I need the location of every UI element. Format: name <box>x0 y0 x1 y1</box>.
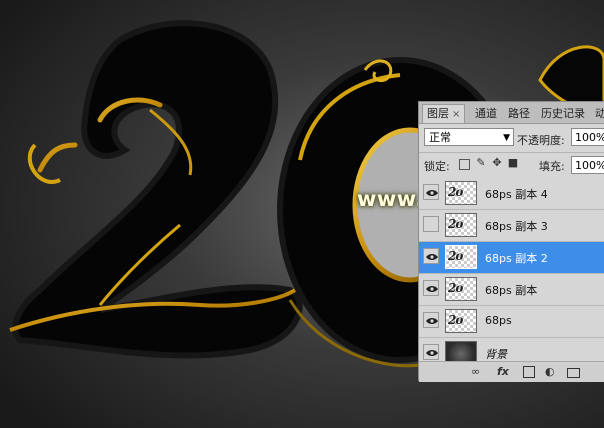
opacity-input[interactable]: 100% <box>571 128 604 146</box>
layer-thumbnail: 2o <box>445 245 477 269</box>
lock-all-icon[interactable]: ■ <box>507 157 519 169</box>
lock-transparent-icon[interactable] <box>459 159 470 170</box>
blend-row: 正常 ▼ 不透明度: 100% <box>419 124 604 150</box>
thumbnail-glyph: 2o <box>448 313 463 327</box>
adjustment-icon[interactable]: ◐ <box>545 365 555 378</box>
layer-row-copy3[interactable]: 2o 68ps 副本 3 <box>419 210 604 242</box>
visibility-toggle[interactable] <box>423 344 439 360</box>
tab-channels-label: 通道 <box>475 107 497 120</box>
thumbnail-glyph: 2o <box>448 281 463 295</box>
eye-icon <box>426 318 438 324</box>
eye-icon <box>426 286 438 292</box>
eye-icon <box>426 254 438 260</box>
mask-icon[interactable] <box>523 366 535 378</box>
lock-row: 锁定: ✎ ✥ ■ 填充: 100% <box>419 152 604 177</box>
thumbnail-glyph: 2o <box>448 217 463 231</box>
layer-name: 68ps 副本 <box>485 284 538 297</box>
visibility-toggle[interactable] <box>423 184 439 200</box>
layer-thumbnail: 2o <box>445 181 477 205</box>
chevron-down-icon: ▼ <box>503 133 510 143</box>
layer-row-copy2[interactable]: 2o 68ps 副本 2 <box>419 242 604 274</box>
visibility-toggle[interactable] <box>423 312 439 328</box>
layers-list: 2o 68ps 副本 4 2o 68ps 副本 3 2o 68ps 副本 2 2… <box>419 178 604 370</box>
tab-channels[interactable]: 通道 <box>471 105 501 123</box>
layer-row-copy[interactable]: 2o 68ps 副本 <box>419 274 604 306</box>
link-icon[interactable]: ∞ <box>471 365 480 378</box>
tab-history-label: 历史记录 <box>541 107 585 120</box>
close-icon[interactable]: × <box>452 109 460 120</box>
tab-layers[interactable]: 图层 × <box>422 104 466 123</box>
layer-name: 背景 <box>485 348 507 361</box>
visibility-toggle[interactable] <box>423 248 439 264</box>
lock-label: 锁定: <box>424 160 450 173</box>
tab-paths[interactable]: 路径 <box>504 105 534 123</box>
fx-icon[interactable]: fx <box>497 365 509 378</box>
lock-brush-icon[interactable]: ✎ <box>475 157 487 169</box>
panel-bottom-bar: ∞ fx ◐ <box>419 361 604 382</box>
tab-history[interactable]: 历史记录 <box>537 105 589 123</box>
layer-thumbnail: 2o <box>445 277 477 301</box>
eye-icon <box>426 350 438 356</box>
folder-icon[interactable] <box>567 368 580 378</box>
tab-actions[interactable]: 动 <box>591 105 604 123</box>
layers-panel: 图层 × 通道 路径 历史记录 动 正常 ▼ 不透明度: 100% 锁定: ✎ ✥… <box>418 101 604 382</box>
tab-paths-label: 路径 <box>508 107 530 120</box>
fill-input[interactable]: 100% <box>571 156 604 174</box>
layer-row-68ps[interactable]: 2o 68ps <box>419 306 604 338</box>
tab-actions-label: 动 <box>595 107 604 120</box>
thumbnail-glyph: 2o <box>448 249 463 263</box>
thumbnail-glyph: 2o <box>448 185 463 199</box>
tab-layers-label: 图层 <box>427 107 449 120</box>
panel-tab-bar: 图层 × 通道 路径 历史记录 动 <box>419 102 604 124</box>
layer-name: 68ps 副本 2 <box>485 252 548 265</box>
layer-name: 68ps <box>485 314 512 327</box>
layer-name: 68ps 副本 4 <box>485 188 548 201</box>
fill-label: 填充: <box>539 160 565 173</box>
blend-mode-value: 正常 <box>429 131 451 144</box>
opacity-label: 不透明度: <box>517 134 565 147</box>
visibility-toggle[interactable] <box>423 280 439 296</box>
blend-mode-select[interactable]: 正常 ▼ <box>424 128 514 146</box>
layer-row-copy4[interactable]: 2o 68ps 副本 4 <box>419 178 604 210</box>
layer-thumbnail: 2o <box>445 213 477 237</box>
layer-thumbnail: 2o <box>445 309 477 333</box>
lock-move-icon[interactable]: ✥ <box>491 157 503 169</box>
layer-name: 68ps 副本 3 <box>485 220 548 233</box>
visibility-toggle[interactable] <box>423 216 439 232</box>
eye-icon <box>426 190 438 196</box>
